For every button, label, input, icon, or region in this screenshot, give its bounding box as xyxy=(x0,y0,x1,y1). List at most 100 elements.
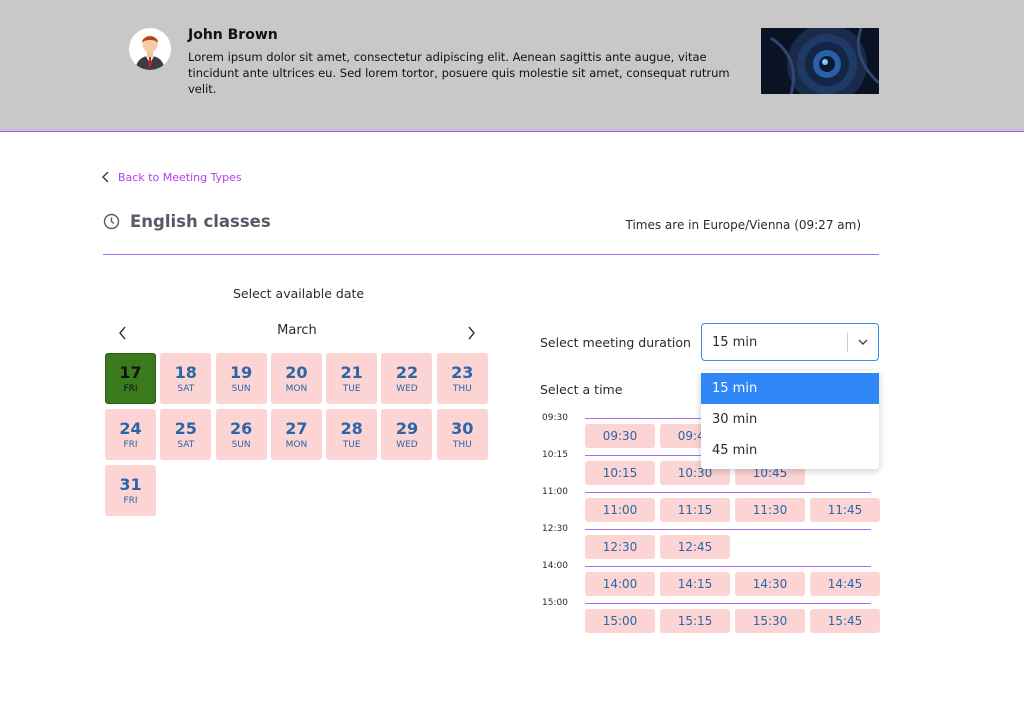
calendar-day[interactable]: 31 FRI xyxy=(105,465,156,516)
time-group-divider xyxy=(585,603,871,604)
duration-select[interactable]: 15 min xyxy=(701,323,879,361)
day-of-week: SUN xyxy=(231,439,251,450)
day-number: 21 xyxy=(340,362,363,382)
day-number: 20 xyxy=(285,362,308,382)
calendar-day[interactable]: 19 SUN xyxy=(215,353,267,404)
next-month-icon[interactable] xyxy=(464,324,478,342)
day-of-week: WED xyxy=(396,383,418,394)
time-slot-button[interactable]: 14:30 xyxy=(735,572,805,596)
time-slot-button[interactable]: 15:15 xyxy=(660,609,730,633)
time-slot-button[interactable]: 11:30 xyxy=(735,498,805,522)
calendar-day[interactable]: 20 MON xyxy=(270,353,322,404)
day-of-week: TUE xyxy=(342,383,361,394)
back-link-label: Back to Meeting Types xyxy=(118,170,242,184)
time-group-divider xyxy=(585,492,871,493)
time-group-label: 11:00 xyxy=(542,487,568,497)
day-of-week: MON xyxy=(285,439,308,450)
calendar-day[interactable]: 28 TUE xyxy=(326,409,378,460)
duration-option[interactable]: 45 min xyxy=(701,435,879,466)
time-group-label: 09:30 xyxy=(542,413,568,423)
meeting-title-row: English classes xyxy=(103,212,271,231)
day-of-week: FRI xyxy=(123,439,138,450)
clock-icon xyxy=(103,213,120,230)
day-of-week: FRI xyxy=(123,383,138,394)
select-separator xyxy=(847,332,848,352)
calendar-day[interactable]: 24 FRI xyxy=(105,409,156,460)
banner-image xyxy=(761,28,879,94)
user-name: John Brown xyxy=(188,27,278,43)
calendar-grid: 17 FRI 18 SAT 19 SUN 20 MON 21 TUE 22 WED 23 THU 24 FRI… xyxy=(105,353,488,516)
chevron-down-icon[interactable] xyxy=(856,335,870,349)
time-slot-button[interactable]: 15:00 xyxy=(585,609,655,633)
chevron-left-icon xyxy=(102,171,109,183)
day-of-week: FRI xyxy=(123,495,138,506)
divider xyxy=(103,254,879,255)
time-slot-button[interactable]: 11:15 xyxy=(660,498,730,522)
day-number: 30 xyxy=(451,418,474,438)
day-number: 25 xyxy=(174,418,197,438)
day-of-week: MON xyxy=(285,383,308,394)
time-slot-row: 14:00 14:15 14:30 14:45 xyxy=(585,572,885,596)
day-number: 18 xyxy=(174,362,197,382)
time-group-divider xyxy=(585,529,871,530)
time-slot-button[interactable]: 12:45 xyxy=(660,535,730,559)
prev-month-icon[interactable] xyxy=(116,324,130,342)
time-slot-button[interactable]: 11:00 xyxy=(585,498,655,522)
calendar-day[interactable]: 21 TUE xyxy=(326,353,378,404)
duration-option[interactable]: 30 min xyxy=(701,404,879,435)
day-number: 29 xyxy=(395,418,419,438)
month-label: March xyxy=(277,323,317,338)
day-number: 24 xyxy=(119,418,142,438)
time-slot-button[interactable]: 11:45 xyxy=(810,498,880,522)
profile-header: John Brown Lorem ipsum dolor sit amet, c… xyxy=(0,0,1024,132)
time-slot-button[interactable]: 14:15 xyxy=(660,572,730,596)
calendar-day[interactable]: 27 MON xyxy=(270,409,322,460)
date-select-heading: Select available date xyxy=(233,286,365,301)
time-slot-row: 15:00 15:15 15:30 15:45 xyxy=(585,609,885,633)
calendar-day[interactable]: 17 FRI xyxy=(105,353,156,404)
time-select-heading: Select a time xyxy=(540,382,623,397)
day-of-week: WED xyxy=(396,439,418,450)
calendar-day[interactable]: 23 THU xyxy=(436,353,488,404)
back-to-meeting-types-link[interactable]: Back to Meeting Types xyxy=(100,170,242,184)
time-slot-button[interactable]: 15:45 xyxy=(810,609,880,633)
day-number: 28 xyxy=(340,418,363,438)
user-bio: Lorem ipsum dolor sit amet, consectetur … xyxy=(188,50,730,96)
time-slot-button[interactable]: 15:30 xyxy=(735,609,805,633)
day-of-week: SUN xyxy=(231,383,251,394)
time-slot-button[interactable]: 10:15 xyxy=(585,461,655,485)
calendar-day[interactable]: 22 WED xyxy=(381,353,433,404)
day-number: 26 xyxy=(229,418,253,438)
time-group-label: 12:30 xyxy=(542,524,568,534)
calendar-day[interactable]: 26 SUN xyxy=(215,409,267,460)
time-group-label: 10:15 xyxy=(542,450,568,460)
duration-label: Select meeting duration xyxy=(540,335,691,350)
duration-dropdown-menu: 15 min 30 min 45 min xyxy=(701,371,879,469)
day-of-week: THU xyxy=(452,383,472,394)
time-slot-row: 11:00 11:15 11:30 11:45 xyxy=(585,498,885,522)
time-group-label: 14:00 xyxy=(542,561,568,571)
day-number: 19 xyxy=(229,362,253,382)
day-of-week: THU xyxy=(452,439,472,450)
time-slot-row: 12:30 12:45 xyxy=(585,535,735,559)
page-title: English classes xyxy=(130,212,271,231)
day-number: 31 xyxy=(119,474,142,494)
time-slot-button[interactable]: 12:30 xyxy=(585,535,655,559)
duration-option[interactable]: 15 min xyxy=(701,373,879,404)
calendar-day[interactable]: 29 WED xyxy=(381,409,433,460)
calendar-day[interactable]: 30 THU xyxy=(436,409,488,460)
time-slot-button[interactable]: 14:45 xyxy=(810,572,880,596)
calendar-day[interactable]: 25 SAT xyxy=(160,409,212,460)
day-number: 22 xyxy=(395,362,419,382)
timezone-info: Times are in Europe/Vienna (09:27 am) xyxy=(625,218,862,232)
day-of-week: TUE xyxy=(342,439,361,450)
time-slot-button[interactable]: 14:00 xyxy=(585,572,655,596)
time-group-label: 15:00 xyxy=(542,598,568,608)
time-slot-button[interactable]: 09:30 xyxy=(585,424,655,448)
day-number: 27 xyxy=(285,418,308,438)
time-group-divider xyxy=(585,566,871,567)
day-of-week: SAT xyxy=(177,383,195,394)
day-number: 17 xyxy=(119,362,142,382)
avatar xyxy=(129,28,171,70)
calendar-day[interactable]: 18 SAT xyxy=(160,353,212,404)
